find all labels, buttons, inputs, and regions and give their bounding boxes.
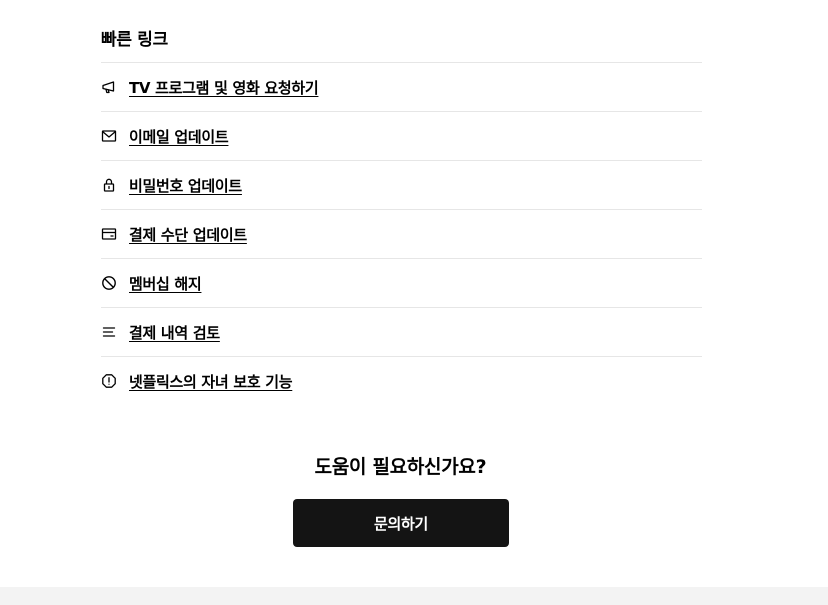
- help-section: 도움이 필요하신가요? 문의하기: [0, 452, 801, 547]
- contact-us-button[interactable]: 문의하기: [293, 499, 509, 547]
- quick-links-section: 빠른 링크 TV 프로그램 및 영화 요청하기 이메일 업데이트 비밀번호 업데…: [101, 26, 702, 405]
- quick-link-billing-history[interactable]: 결제 내역 검토: [101, 307, 702, 356]
- quick-link-label[interactable]: 결제 수단 업데이트: [129, 224, 247, 245]
- quick-link-parental-controls[interactable]: 넷플릭스의 자녀 보호 기능: [101, 356, 702, 405]
- quick-link-label[interactable]: 넷플릭스의 자녀 보호 기능: [129, 371, 293, 392]
- quick-links-title: 빠른 링크: [101, 30, 168, 50]
- quick-link-update-email[interactable]: 이메일 업데이트: [101, 111, 702, 160]
- help-title: 도움이 필요하신가요?: [314, 456, 487, 478]
- megaphone-icon: [101, 79, 117, 95]
- lock-icon: [101, 177, 117, 193]
- quick-links-list: TV 프로그램 및 영화 요청하기 이메일 업데이트 비밀번호 업데이트 결제 …: [101, 62, 702, 405]
- quick-link-label[interactable]: TV 프로그램 및 영화 요청하기: [129, 77, 319, 98]
- quick-link-label[interactable]: 비밀번호 업데이트: [129, 175, 242, 196]
- quick-link-label[interactable]: 결제 내역 검토: [129, 322, 220, 343]
- quick-link-update-password[interactable]: 비밀번호 업데이트: [101, 160, 702, 209]
- credit-card-icon: [101, 226, 117, 242]
- quick-link-cancel-membership[interactable]: 멤버십 해지: [101, 258, 702, 307]
- alert-octagon-icon: [101, 373, 117, 389]
- quick-link-label[interactable]: 멤버십 해지: [129, 273, 202, 294]
- envelope-icon: [101, 128, 117, 144]
- footer-band: [0, 587, 828, 605]
- prohibited-icon: [101, 275, 117, 291]
- list-icon: [101, 324, 117, 340]
- quick-link-update-payment[interactable]: 결제 수단 업데이트: [101, 209, 702, 258]
- quick-link-request-titles[interactable]: TV 프로그램 및 영화 요청하기: [101, 62, 702, 111]
- quick-link-label[interactable]: 이메일 업데이트: [129, 126, 229, 147]
